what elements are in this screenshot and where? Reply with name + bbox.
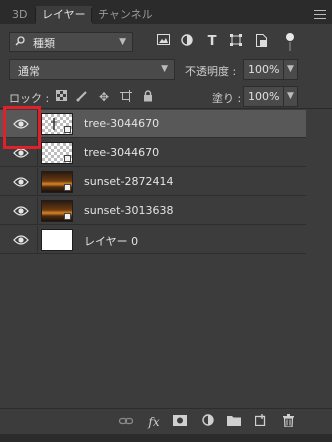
fx-icon[interactable]: fx: [146, 414, 162, 430]
smart-object-badge-icon: [64, 155, 71, 162]
tab-channels[interactable]: チャンネル: [92, 6, 159, 24]
group-folder-icon[interactable]: [226, 414, 242, 430]
filter-toggle[interactable]: [286, 33, 294, 51]
type-filter-icon[interactable]: T: [204, 34, 220, 50]
new-layer-icon[interactable]: [253, 414, 269, 430]
layer-row[interactable]: sunset-3013638: [0, 197, 306, 225]
tab-3d[interactable]: 3D: [6, 6, 33, 24]
layer-row[interactable]: レイヤー 0: [0, 226, 306, 254]
layer-name[interactable]: sunset-3013638: [84, 204, 173, 217]
adjustment-layer-icon[interactable]: [200, 414, 216, 430]
lock-image-pixels-icon[interactable]: [75, 90, 89, 104]
smart-object-badge-icon: [64, 126, 71, 133]
fill-label: 塗り :: [212, 92, 242, 105]
layer-row[interactable]: tree-3044670: [0, 110, 306, 138]
blend-mode-label: 通常: [18, 65, 40, 78]
layer-thumbnail: [41, 142, 73, 164]
chevron-down-icon: ▼: [161, 64, 168, 74]
layer-name[interactable]: tree-3044670: [84, 117, 159, 130]
fill-dropdown-icon[interactable]: ▼: [283, 86, 298, 107]
trash-icon[interactable]: [280, 414, 296, 430]
layer-thumbnail: [41, 113, 73, 135]
smart-object-badge-icon: [64, 184, 71, 191]
layer-name[interactable]: レイヤー 0: [84, 233, 138, 249]
lock-transparent-pixels-icon[interactable]: [54, 90, 68, 104]
layer-name[interactable]: sunset-2872414: [84, 175, 173, 188]
link-layers-icon[interactable]: [118, 414, 134, 430]
panel-bottom-edge: [0, 434, 332, 442]
layer-name[interactable]: tree-3044670: [84, 146, 159, 159]
chevron-down-icon: ▼: [119, 37, 126, 47]
layer-thumbnail: [41, 229, 73, 251]
lock-label: ロック :: [9, 92, 50, 105]
panel-menu-icon[interactable]: [314, 10, 326, 19]
panel-tab-bar: 3D レイヤー チャンネル: [0, 0, 332, 24]
lock-fill-row: ロック : ✥ 塗り : 100% ▼: [0, 86, 332, 108]
lock-artboard-icon[interactable]: [119, 90, 133, 104]
lock-all-icon[interactable]: [141, 90, 155, 104]
adjustment-filter-icon[interactable]: [179, 34, 195, 50]
opacity-dropdown-icon[interactable]: ▼: [283, 59, 298, 80]
image-filter-icon[interactable]: [155, 34, 171, 50]
filter-kind-label: 種類: [33, 37, 55, 50]
scrollbar-track[interactable]: [306, 110, 332, 408]
search-icon: [15, 36, 25, 46]
panel-divider: [0, 108, 332, 109]
blend-opacity-row: 通常 ▼ 不透明度 : 100% ▼: [0, 59, 332, 81]
red-highlight-box: [3, 106, 41, 149]
eye-visibility-icon[interactable]: [13, 176, 29, 188]
filter-kind-dropdown[interactable]: 種類 ▼: [9, 32, 133, 52]
add-mask-icon[interactable]: [172, 414, 188, 430]
opacity-label: 不透明度 :: [185, 65, 237, 78]
layer-actions-bar: fx: [0, 408, 332, 435]
layer-filter-row: 種類 ▼ T: [0, 30, 332, 54]
lock-position-icon[interactable]: ✥: [97, 90, 111, 104]
layer-thumbnail: [41, 200, 73, 222]
smart-object-filter-icon[interactable]: [253, 34, 269, 50]
eye-visibility-icon[interactable]: [13, 234, 29, 246]
tab-layers[interactable]: レイヤー: [36, 6, 92, 24]
layer-thumbnail: [41, 171, 73, 193]
smart-object-badge-icon: [64, 213, 71, 220]
layer-row[interactable]: sunset-2872414: [0, 168, 306, 196]
blend-mode-dropdown[interactable]: 通常 ▼: [9, 59, 175, 80]
layer-row[interactable]: tree-3044670: [0, 139, 306, 167]
eye-visibility-icon[interactable]: [13, 205, 29, 217]
shape-filter-icon[interactable]: [228, 34, 244, 50]
